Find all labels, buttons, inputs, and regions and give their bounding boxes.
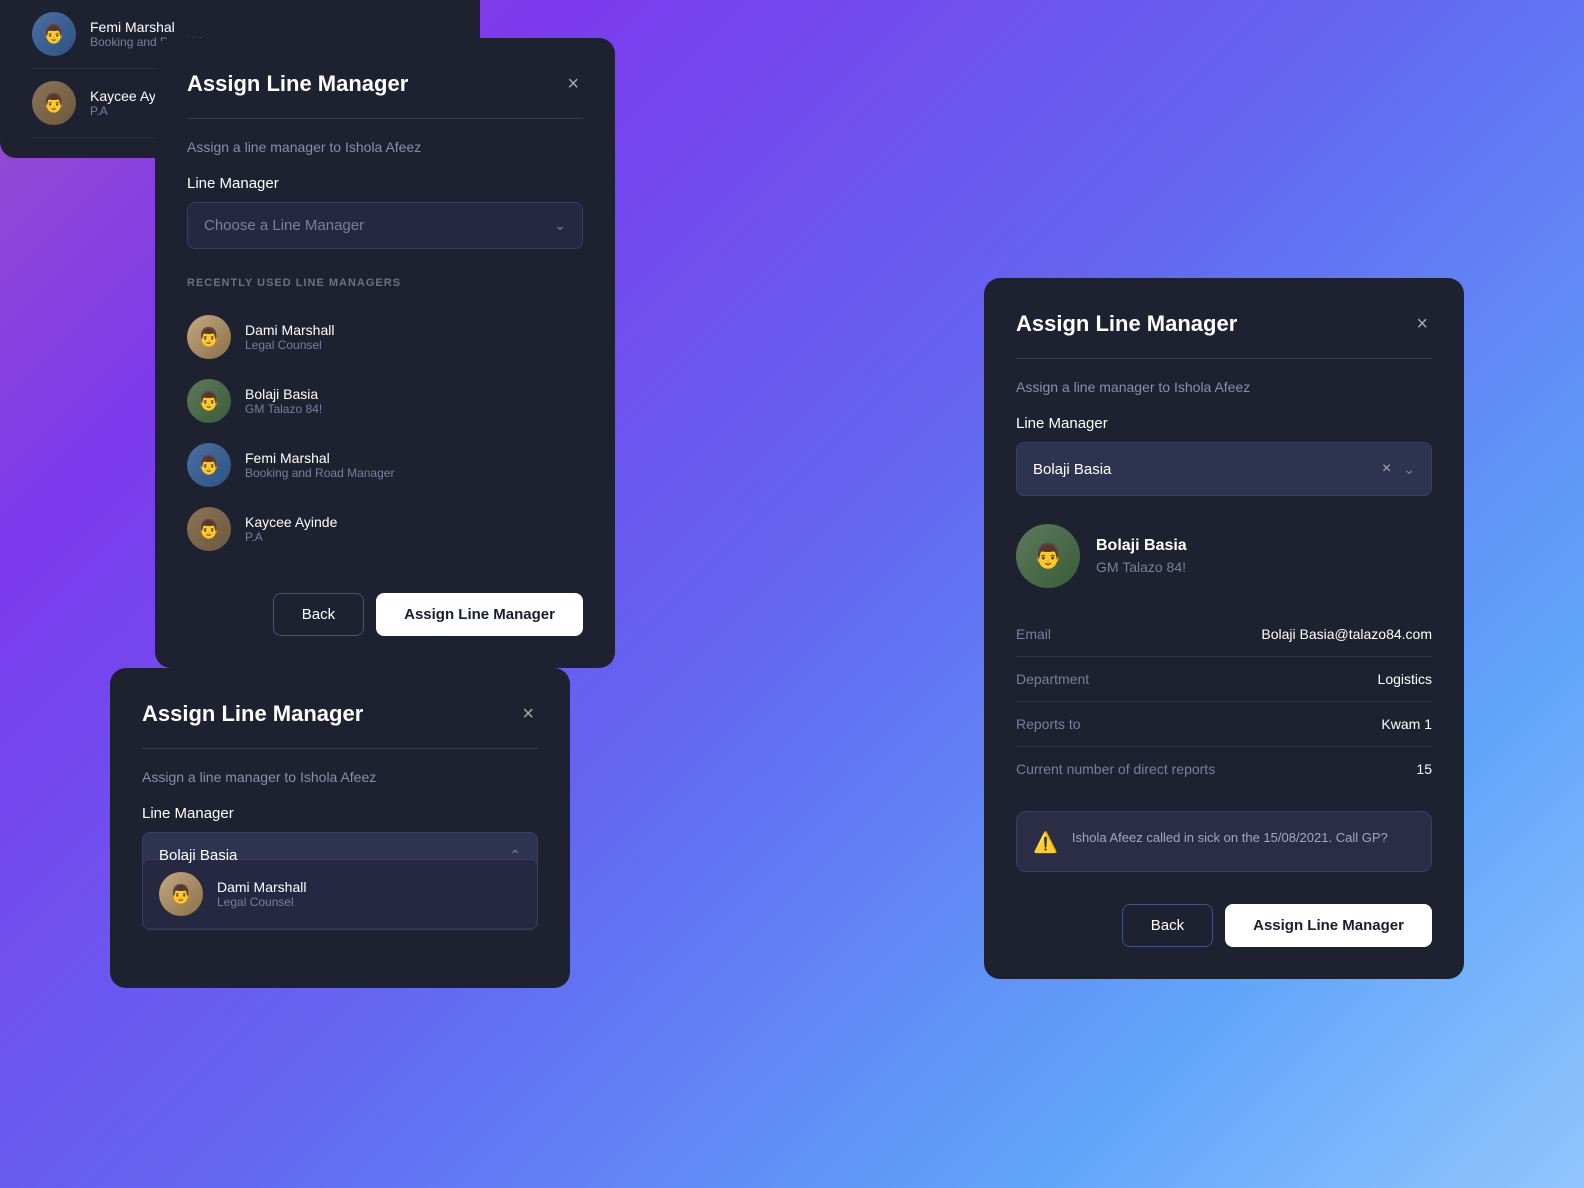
info-row-email: Email Bolaji Basia@talazo84.com (1016, 612, 1432, 657)
info-dami-m2: Dami Marshall Legal Counsel (217, 879, 306, 909)
modal-1-close-button[interactable]: × (563, 70, 583, 98)
modal-3-divider (1016, 358, 1432, 359)
modal-1-manager-list: 👨 Dami Marshall Legal Counsel 👨 Bolaji B… (187, 305, 583, 561)
modal-1-field-label: Line Manager (187, 175, 583, 192)
role-dami-m1: Legal Counsel (245, 338, 334, 352)
info-femi-m1: Femi Marshal Booking and Road Manager (245, 450, 394, 480)
dept-value: Logistics (1378, 671, 1432, 687)
avatar-dami-m1: 👨 (187, 315, 231, 359)
modal-3-assign-button[interactable]: Assign Line Manager (1225, 904, 1432, 947)
modal-1-header: Assign Line Manager × (187, 70, 583, 98)
modal-2-title: Assign Line Manager (142, 701, 363, 727)
avatar-bolaji-m1: 👨 (187, 379, 231, 423)
modal-3-field-label: Line Manager (1016, 415, 1432, 432)
modal-2-dropdown-list: 👨 Dami Marshall Legal Counsel (142, 859, 538, 930)
info-row-department: Department Logistics (1016, 657, 1432, 702)
avatar-femi-m1: 👨 (187, 443, 231, 487)
modal-assign-info: Assign Line Manager × Assign a line mana… (984, 278, 1464, 979)
modal-1-section-title: RECENTLY USED LINE MANAGERS (187, 277, 583, 289)
reports-label: Reports to (1016, 716, 1081, 732)
chevron-down-icon-m3: ⌄ (1403, 461, 1415, 478)
avatar-dami-m2: 👨 (159, 872, 203, 916)
modal-2-close-button[interactable]: × (518, 700, 538, 728)
avatar-bolaji-m3: 👨 (1016, 524, 1080, 588)
modal-2-selected-value: Bolaji Basia (159, 847, 237, 864)
info-row-reports-to: Reports to Kwam 1 (1016, 702, 1432, 747)
info-bolaji-m3: Bolaji Basia GM Talazo 84! (1096, 537, 1187, 575)
modal-3-selected-manager-card: 👨 Bolaji Basia GM Talazo 84! (1016, 524, 1432, 588)
modal-1-assign-button[interactable]: Assign Line Manager (376, 593, 583, 636)
modal-1-divider (187, 118, 583, 119)
info-row-direct-reports: Current number of direct reports 15 (1016, 747, 1432, 791)
modal-2-header: Assign Line Manager × (142, 700, 538, 728)
role-kaycee-m1: P.A (245, 530, 337, 544)
warning-text: Ishola Afeez called in sick on the 15/08… (1072, 828, 1388, 848)
info-bolaji-m1: Bolaji Basia GM Talazo 84! (245, 386, 322, 416)
reports-value: Kwam 1 (1381, 716, 1432, 732)
modal-3-close-button[interactable]: × (1412, 310, 1432, 338)
modal-3-clear-button[interactable]: × (1378, 457, 1395, 481)
name-bolaji-m1: Bolaji Basia (245, 386, 322, 402)
dept-label: Department (1016, 671, 1089, 687)
modal-2-field-label: Line Manager (142, 805, 538, 822)
modal-assign-choose: Assign Line Manager × Assign a line mana… (155, 38, 615, 668)
modal-1-dropdown-placeholder: Choose a Line Manager (204, 217, 364, 234)
modal-3-warning-box: ⚠️ Ishola Afeez called in sick on the 15… (1016, 811, 1432, 872)
modal-1-back-button[interactable]: Back (273, 593, 364, 636)
modal-3-selected-value: Bolaji Basia (1033, 461, 1111, 478)
email-label: Email (1016, 626, 1051, 642)
list-item-kaycee[interactable]: 👨 Kaycee Ayinde P.A (187, 497, 583, 561)
modal-3-title: Assign Line Manager (1016, 311, 1237, 337)
warning-icon: ⚠️ (1033, 830, 1058, 855)
email-value: Bolaji Basia@talazo84.com (1261, 626, 1432, 642)
role-bolaji-m3: GM Talazo 84! (1096, 559, 1187, 575)
list-item-dami[interactable]: 👨 Dami Marshall Legal Counsel (187, 305, 583, 369)
modal-1-btn-row: Back Assign Line Manager (187, 593, 583, 636)
role-femi-m1: Booking and Road Manager (245, 466, 394, 480)
role-dami-m2: Legal Counsel (217, 895, 306, 909)
list-item-bolaji[interactable]: 👨 Bolaji Basia GM Talazo 84! (187, 369, 583, 433)
name-dami-m2: Dami Marshall (217, 879, 306, 895)
modal-2-divider (142, 748, 538, 749)
modal-3-btn-row: Back Assign Line Manager (1016, 904, 1432, 947)
modal-3-dropdown[interactable]: Bolaji Basia × ⌄ (1016, 442, 1432, 496)
avatar-kaycee: 👨 (32, 81, 76, 125)
chevron-up-icon: ⌃ (509, 847, 521, 864)
modal-1-title: Assign Line Manager (187, 71, 408, 97)
direct-reports-value: 15 (1416, 761, 1432, 777)
modal-3-info-rows: Email Bolaji Basia@talazo84.com Departme… (1016, 612, 1432, 791)
modal-1-subtitle: Assign a line manager to Ishola Afeez (187, 139, 583, 155)
avatar-kaycee-m1: 👨 (187, 507, 231, 551)
avatar-femi: 👨 (32, 12, 76, 56)
name-dami-m1: Dami Marshall (245, 322, 334, 338)
name-kaycee-m1: Kaycee Ayinde (245, 514, 337, 530)
info-dami-m1: Dami Marshall Legal Counsel (245, 322, 334, 352)
role-bolaji-m1: GM Talazo 84! (245, 402, 322, 416)
dropdown-item-dami[interactable]: 👨 Dami Marshall Legal Counsel (143, 860, 537, 929)
modal-1-dropdown[interactable]: Choose a Line Manager ⌄ (187, 202, 583, 249)
name-femi-m1: Femi Marshal (245, 450, 394, 466)
modal-3-subtitle: Assign a line manager to Ishola Afeez (1016, 379, 1432, 395)
name-bolaji-m3: Bolaji Basia (1096, 537, 1187, 555)
modal-3-back-button[interactable]: Back (1122, 904, 1213, 947)
direct-reports-label: Current number of direct reports (1016, 761, 1215, 777)
list-item-femi[interactable]: 👨 Femi Marshal Booking and Road Manager (187, 433, 583, 497)
modal-assign-dropdown-open: Assign Line Manager × Assign a line mana… (110, 668, 570, 988)
info-kaycee-m1: Kaycee Ayinde P.A (245, 514, 337, 544)
modal-2-subtitle: Assign a line manager to Ishola Afeez (142, 769, 538, 785)
modal-3-header: Assign Line Manager × (1016, 310, 1432, 338)
manager-name-femi: Femi Marshal (90, 19, 239, 35)
chevron-down-icon: ⌄ (554, 217, 566, 234)
